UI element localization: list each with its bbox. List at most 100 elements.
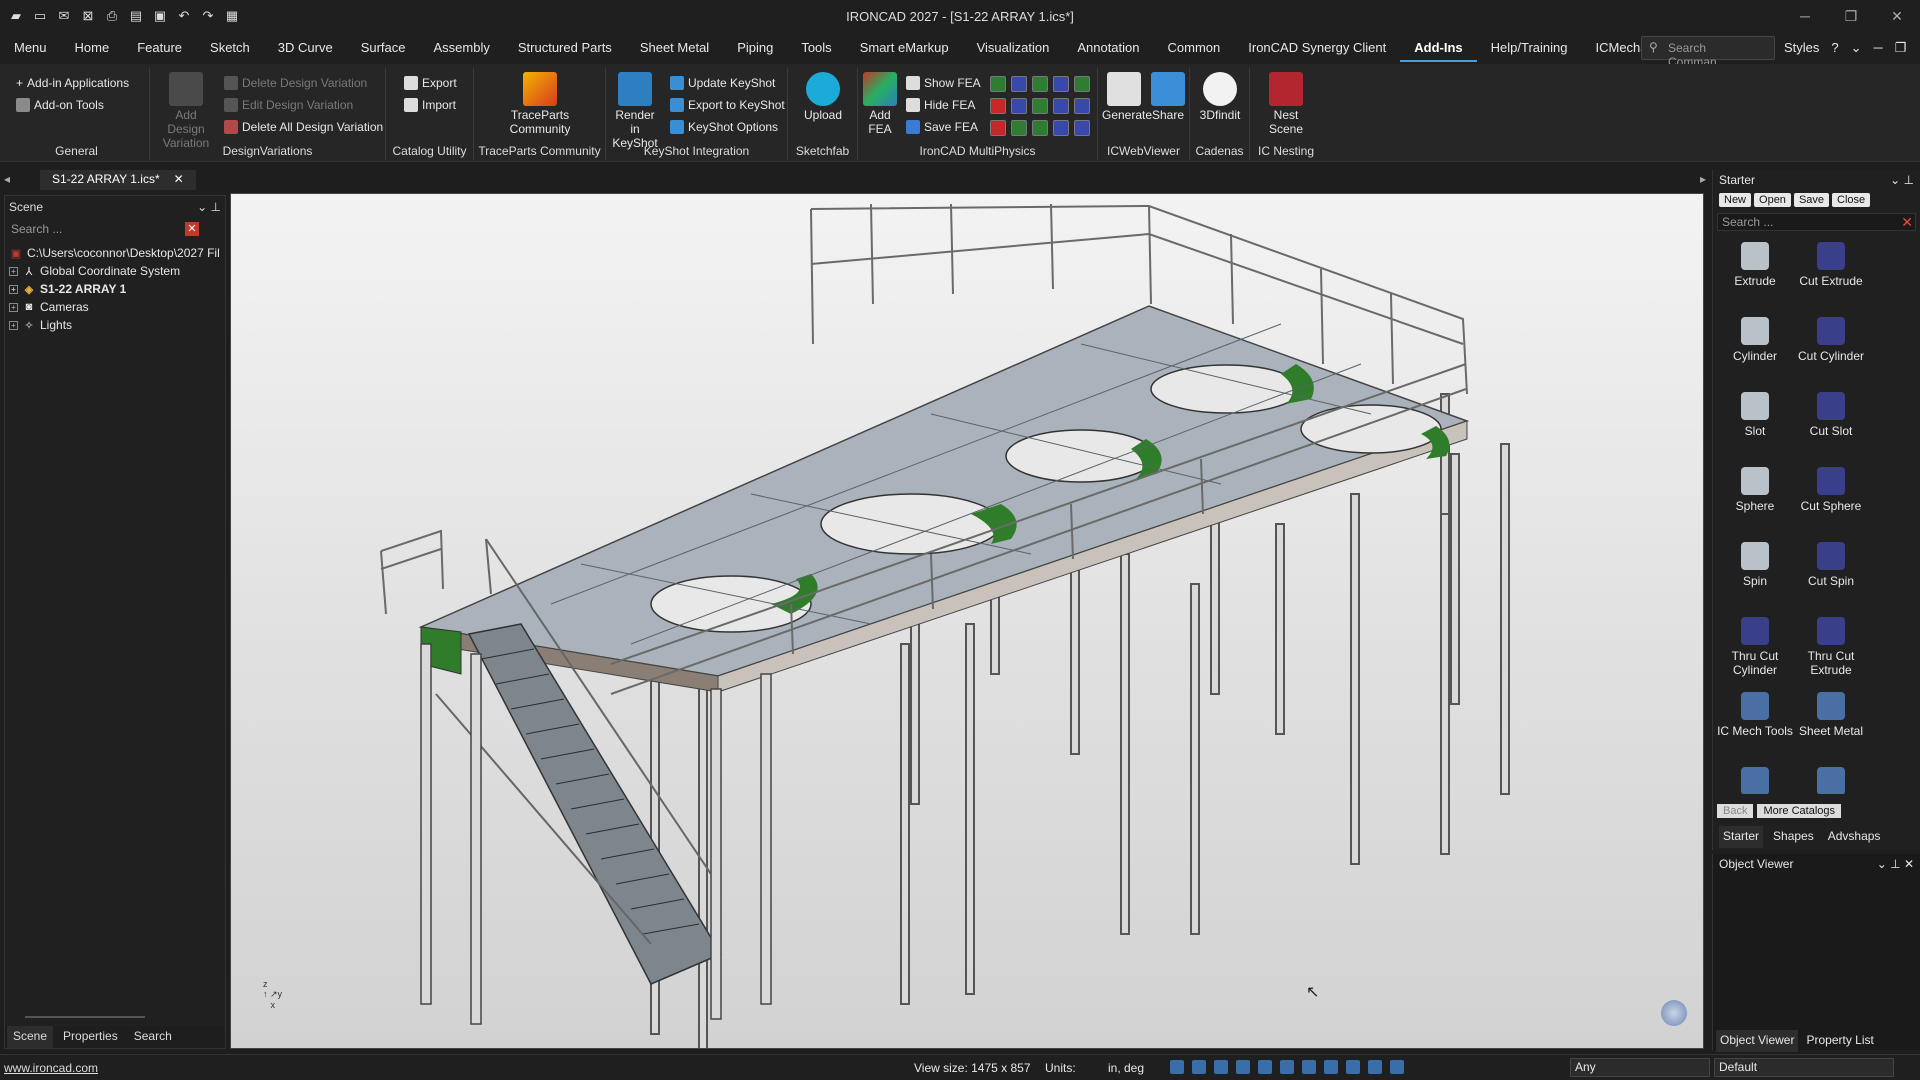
clear-search-icon[interactable]: ✕ (1901, 214, 1913, 231)
help-icon[interactable]: ? (1831, 40, 1838, 56)
catalog-item[interactable]: Sphere (1717, 463, 1793, 538)
catalog-item[interactable]: Slot (1717, 388, 1793, 463)
catalog-close-button[interactable]: Close (1832, 193, 1871, 207)
restore-icon[interactable]: ❐ (1828, 0, 1874, 32)
look-at-icon[interactable] (1258, 1060, 1272, 1074)
catalog-item[interactable]: Thru Cut Extrude (1793, 613, 1869, 688)
menu-sketch[interactable]: Sketch (196, 34, 264, 62)
fea-tool-icon[interactable] (1053, 98, 1069, 114)
document-tab[interactable]: S1-22 ARRAY 1.ics* ✕ (40, 170, 196, 190)
fea-tool-icon[interactable] (1032, 98, 1048, 114)
styles-menu[interactable]: Styles (1784, 40, 1819, 56)
fea-tool-icon[interactable] (1053, 76, 1069, 92)
pin-icon[interactable]: ⌄ ⊥ ✕ (1877, 857, 1914, 871)
add-in-applications-button[interactable]: + Add-in Applications (16, 76, 129, 90)
add-on-tools-button[interactable]: Add-on Tools (16, 98, 104, 112)
menu-smart-emarkup[interactable]: Smart eMarkup (846, 34, 963, 62)
selection-filter-select[interactable]: Any (1570, 1058, 1710, 1077)
tab-search[interactable]: Search (128, 1026, 178, 1048)
add-fea-button[interactable]: Add FEA (862, 72, 898, 136)
menu-add-ins[interactable]: Add-Ins (1400, 34, 1477, 62)
hide-fea-button[interactable]: Hide FEA (906, 98, 975, 112)
menu-common[interactable]: Common (1154, 34, 1235, 62)
fea-tool-icon[interactable] (1011, 98, 1027, 114)
menu-sheet-metal[interactable]: Sheet Metal (626, 34, 723, 62)
units-value[interactable]: in, deg (1108, 1061, 1144, 1075)
orbit-icon[interactable] (1236, 1060, 1250, 1074)
delete-design-variation-button[interactable]: Delete Design Variation (224, 76, 367, 90)
delete-all-design-variation-button[interactable]: Delete All Design Variation (224, 120, 383, 134)
view-orientation-icon[interactable] (1661, 1000, 1687, 1026)
zoom-icon[interactable] (1170, 1060, 1184, 1074)
tree-node-lights[interactable]: + ✧ Lights (9, 316, 225, 334)
import-button[interactable]: Import (404, 98, 456, 112)
render-mode-icon[interactable] (1302, 1060, 1316, 1074)
fea-tool-icon[interactable] (1011, 76, 1027, 92)
share-button[interactable]: Share (1148, 72, 1188, 122)
catalog-item[interactable]: Cut Sphere (1793, 463, 1869, 538)
menu-visualization[interactable]: Visualization (963, 34, 1064, 62)
close-icon[interactable]: ✕ (1874, 0, 1920, 32)
minimize-icon[interactable]: ─ (1782, 0, 1828, 32)
catalog-item[interactable]: Cut Spin (1793, 538, 1869, 613)
menu-help-training[interactable]: Help/Training (1477, 34, 1582, 62)
expand-icon[interactable]: + (9, 266, 18, 276)
catalog-item[interactable]: Cut Extrude (1793, 238, 1869, 313)
fea-tool-icon[interactable] (1074, 120, 1090, 136)
export-to-keyshot-button[interactable]: Export to KeyShot (670, 98, 785, 112)
catalog-item[interactable]: Sheet Metal (1793, 688, 1869, 763)
catalog-item[interactable]: Polygons (1717, 763, 1793, 794)
menu-annotation[interactable]: Annotation (1063, 34, 1153, 62)
tab-scene[interactable]: Scene (7, 1026, 54, 1048)
add-design-variation-button[interactable]: Add Design Variation (156, 72, 216, 150)
menu-home[interactable]: Home (61, 34, 124, 62)
fea-tool-icon[interactable] (1074, 76, 1090, 92)
tree-node-gcs[interactable]: + ⅄ Global Coordinate System (9, 262, 225, 280)
fea-tool-icon[interactable] (1053, 120, 1069, 136)
menu-3d-curve[interactable]: 3D Curve (264, 34, 347, 62)
catalog-open-button[interactable]: Open (1754, 193, 1791, 207)
expand-icon[interactable]: + (9, 284, 18, 294)
tab-advshaps[interactable]: Advshaps (1824, 826, 1885, 848)
tab-scroll-right-icon[interactable]: ▸ (1700, 172, 1706, 186)
fea-tool-icon[interactable] (990, 76, 1006, 92)
expand-icon[interactable]: + (9, 302, 18, 312)
tree-node-array[interactable]: + ◈ S1-22 ARRAY 1 (9, 280, 225, 298)
chevron-down-icon[interactable]: ⌄ (1851, 40, 1862, 56)
close-tab-icon[interactable]: ✕ (174, 172, 184, 188)
clear-search-icon[interactable]: ✕ (185, 222, 199, 236)
restore-doc-icon[interactable]: ❐ (1895, 40, 1907, 56)
catalog-item[interactable]: Cylinder (1717, 313, 1793, 388)
catalog-save-button[interactable]: Save (1793, 193, 1830, 207)
tab-shapes[interactable]: Shapes (1769, 826, 1818, 848)
pin-icon[interactable]: ⌄ ⊥ (1890, 173, 1914, 187)
render-in-keyshot-button[interactable]: Render in KeyShot (610, 72, 660, 150)
menu-assembly[interactable]: Assembly (420, 34, 504, 62)
menu-piping[interactable]: Piping (723, 34, 787, 62)
fea-tool-icon[interactable] (1032, 76, 1048, 92)
minimize-doc-icon[interactable]: ─ (1874, 40, 1883, 56)
catalog-item[interactable]: Cut Cylinder (1793, 313, 1869, 388)
catalog-item[interactable]: Additional (1793, 763, 1869, 794)
catalog-item[interactable]: Extrude (1717, 238, 1793, 313)
style-select[interactable]: Default (1714, 1058, 1894, 1077)
generate-button[interactable]: Generate (1102, 72, 1152, 122)
edit-design-variation-button[interactable]: Edit Design Variation (224, 98, 353, 112)
more-catalogs-button[interactable]: More Catalogs (1757, 804, 1842, 818)
catalog-item[interactable]: IC Mech Tools (1717, 688, 1793, 763)
horizontal-scrollbar[interactable] (25, 1016, 145, 1018)
fea-tool-icon[interactable] (1074, 98, 1090, 114)
update-keyshot-button[interactable]: Update KeyShot (670, 76, 775, 90)
export-button[interactable]: Export (404, 76, 457, 90)
upload-button[interactable]: Upload (798, 72, 848, 122)
menu-menu[interactable]: Menu (0, 34, 61, 62)
tab-property-list[interactable]: Property List (1802, 1030, 1877, 1052)
pointer-icon[interactable] (1390, 1060, 1404, 1074)
pan-icon[interactable] (1214, 1060, 1228, 1074)
catalog-item[interactable]: Cut Slot (1793, 388, 1869, 463)
zoom-window-icon[interactable] (1192, 1060, 1206, 1074)
shading-icon[interactable] (1324, 1060, 1338, 1074)
fea-tool-icon[interactable] (990, 120, 1006, 136)
catalog-back-button[interactable]: Back (1717, 804, 1754, 818)
pin-icon[interactable]: ⌄ ⊥ (197, 200, 221, 214)
